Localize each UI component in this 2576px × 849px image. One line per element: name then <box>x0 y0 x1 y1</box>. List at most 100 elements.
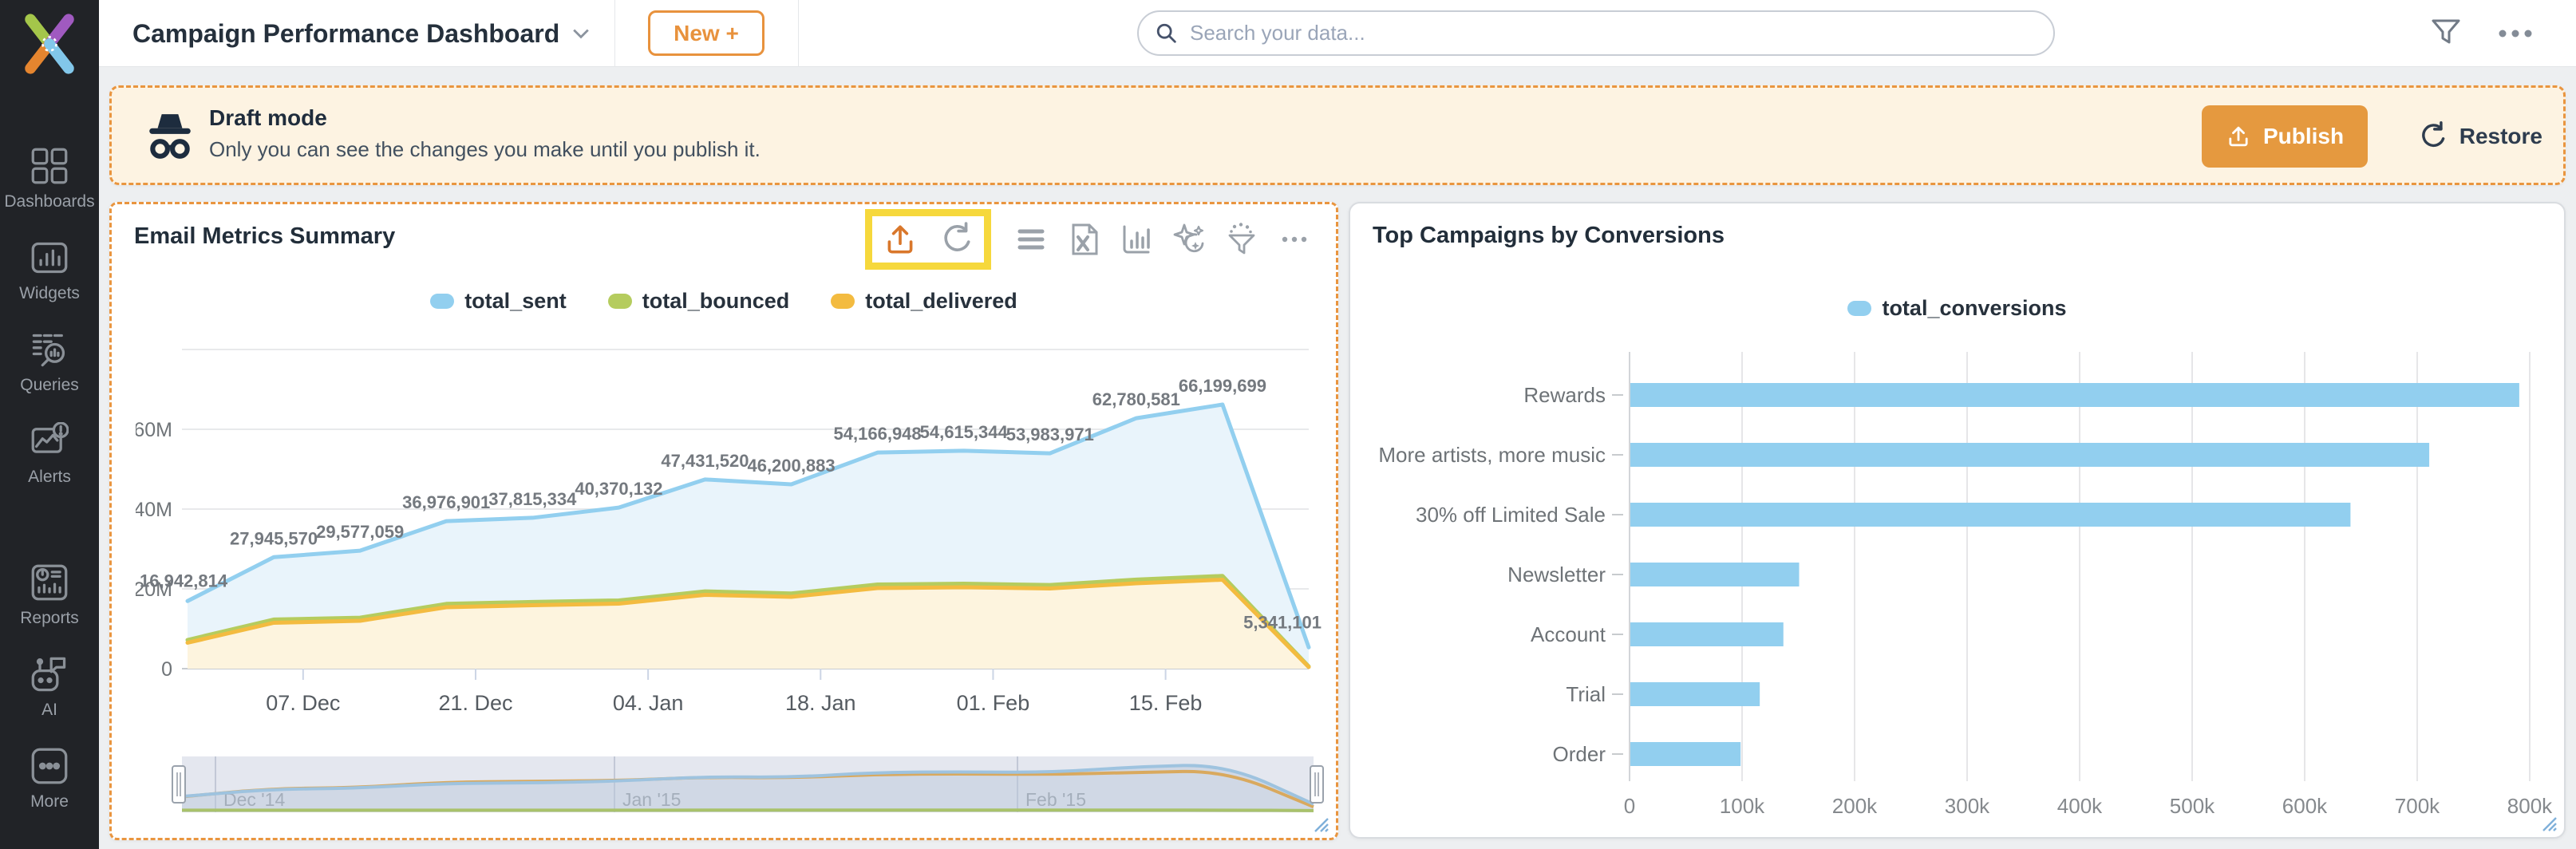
svg-text:40M: 40M <box>136 499 172 521</box>
svg-text:54,166,948: 54,166,948 <box>834 424 922 444</box>
sidebar-item-queries[interactable]: Queries <box>0 330 99 395</box>
ai-assistant-button[interactable] <box>1171 222 1207 257</box>
bar-newsletter[interactable] <box>1630 563 1800 586</box>
filter-sparkle-icon <box>1224 222 1259 257</box>
search-input[interactable] <box>1190 21 2037 45</box>
divider <box>614 0 615 67</box>
sidebar-item-dashboards[interactable]: Dashboards <box>0 147 99 211</box>
sidebar-item-label: Widgets <box>19 284 80 303</box>
ai-icon <box>30 655 69 693</box>
restore-button[interactable]: Restore <box>2416 105 2542 168</box>
sidebar-item-label: Queries <box>20 376 79 395</box>
svg-text:47,431,520: 47,431,520 <box>661 451 749 471</box>
widget-restore-button[interactable] <box>938 221 974 258</box>
svg-text:More artists, more music: More artists, more music <box>1378 443 1606 467</box>
app-logo[interactable] <box>19 11 80 77</box>
logo-icon <box>19 11 80 77</box>
bar-rewards[interactable] <box>1630 383 2519 407</box>
bar-more-artists-more-music[interactable] <box>1630 443 2429 467</box>
more-icon <box>30 747 69 785</box>
sidebar-item-reports[interactable]: Reports <box>0 563 99 628</box>
legend-label: total_delivered <box>865 289 1017 314</box>
chevron-down-icon <box>572 28 590 39</box>
restore-icon <box>2416 120 2448 152</box>
bar-order[interactable] <box>1630 742 1740 766</box>
chart-type-button[interactable] <box>1119 222 1154 257</box>
reports-icon <box>30 563 69 602</box>
resize-handle-icon[interactable] <box>2540 815 2558 832</box>
svg-text:62,780,581: 62,780,581 <box>1092 389 1180 409</box>
new-button[interactable]: New + <box>648 10 765 56</box>
sidebar-item-label: AI <box>41 701 57 720</box>
widget-publish-button[interactable] <box>882 221 919 258</box>
svg-text:40,370,132: 40,370,132 <box>575 479 662 499</box>
page-title: Campaign Performance Dashboard <box>132 19 559 49</box>
svg-text:66,199,699: 66,199,699 <box>1179 376 1266 396</box>
export-excel-button[interactable] <box>1066 222 1101 257</box>
svg-text:30% off Limited Sale: 30% off Limited Sale <box>1416 503 1606 527</box>
svg-text:0: 0 <box>1624 794 1635 818</box>
dashboard-more-button[interactable] <box>2495 18 2536 49</box>
dashboards-icon <box>30 147 69 185</box>
widgets-icon <box>30 239 69 277</box>
svg-text:18. Jan: 18. Jan <box>785 691 856 715</box>
dashboard-title-dropdown[interactable]: Campaign Performance Dashboard <box>132 0 590 67</box>
navigator-handle[interactable] <box>172 766 185 803</box>
widget-toolbar <box>865 209 1312 270</box>
restore-icon <box>938 221 974 258</box>
incognito-icon <box>144 107 196 166</box>
email-navigator[interactable]: Dec '14Jan '15Feb '15 <box>169 750 1326 820</box>
filter-funnel-icon <box>2429 16 2463 49</box>
alerts-icon <box>30 422 69 460</box>
search-icon <box>1155 22 1179 45</box>
widget-filter-button[interactable] <box>1224 222 1259 257</box>
svg-text:16,942,814: 16,942,814 <box>140 571 228 590</box>
bar-trial[interactable] <box>1630 682 1760 706</box>
ellipsis-icon <box>1277 222 1312 257</box>
campaigns-legend: total_conversions <box>1350 296 2564 321</box>
svg-text:27,945,570: 27,945,570 <box>230 528 318 548</box>
bar-30-off-limited-sale[interactable] <box>1630 503 2350 527</box>
svg-text:Account: Account <box>1531 622 1606 646</box>
dashboard-filter-button[interactable] <box>2429 16 2463 49</box>
restore-button-label: Restore <box>2459 124 2542 149</box>
svg-text:300k: 300k <box>1945 794 1990 818</box>
app-root: Dashboards Widgets Qu <box>0 0 2576 849</box>
legend-item-total-delivered[interactable]: total_delivered <box>831 289 1017 314</box>
widget-top-campaigns: Top Campaigns by Conversions total_conve… <box>1349 202 2566 839</box>
svg-text:5,341,101: 5,341,101 <box>1243 612 1322 632</box>
legend-item-total-bounced[interactable]: total_bounced <box>608 289 790 314</box>
publish-icon <box>882 221 919 258</box>
email-chart: 60M40M20M007. Dec21. Dec04. Jan18. Jan01… <box>136 334 1325 715</box>
sidebar-item-ai[interactable]: AI <box>0 655 99 720</box>
sidebar-item-label: Reports <box>20 609 79 628</box>
legend-marker <box>831 294 855 309</box>
widget-title: Email Metrics Summary <box>134 223 395 250</box>
legend-label: total_conversions <box>1882 296 2066 321</box>
publish-button[interactable]: Publish <box>2202 105 2368 168</box>
legend-item-total-conversions[interactable]: total_conversions <box>1847 296 2066 321</box>
legend-label: total_sent <box>464 289 567 314</box>
widget-menu-button[interactable] <box>1013 222 1049 257</box>
queries-icon <box>30 330 69 369</box>
svg-text:07. Dec: 07. Dec <box>266 691 340 715</box>
sidebar-item-more[interactable]: More <box>0 747 99 811</box>
widget-email-metrics: Email Metrics Summary <box>109 202 1338 840</box>
sidebar-item-alerts[interactable]: Alerts <box>0 422 99 487</box>
svg-text:700k: 700k <box>2395 794 2440 818</box>
legend-item-total-sent[interactable]: total_sent <box>430 289 567 314</box>
bar-account[interactable] <box>1630 622 1784 646</box>
resize-handle-icon[interactable] <box>1312 815 1329 833</box>
navigator-handle[interactable] <box>1310 766 1323 803</box>
sidebar-item-widgets[interactable]: Widgets <box>0 239 99 303</box>
ellipsis-icon <box>2495 18 2536 49</box>
ai-sparkle-icon <box>1171 222 1207 257</box>
sidebar-nav: Dashboards Widgets Qu <box>0 147 99 839</box>
svg-text:0: 0 <box>161 658 172 681</box>
sidebar: Dashboards Widgets Qu <box>0 0 99 849</box>
widget-more-button[interactable] <box>1277 222 1312 257</box>
svg-text:Order: Order <box>1553 742 1606 766</box>
sidebar-item-label: More <box>30 792 69 811</box>
draft-mode-title: Draft mode <box>209 105 327 131</box>
svg-text:Rewards: Rewards <box>1523 383 1606 407</box>
